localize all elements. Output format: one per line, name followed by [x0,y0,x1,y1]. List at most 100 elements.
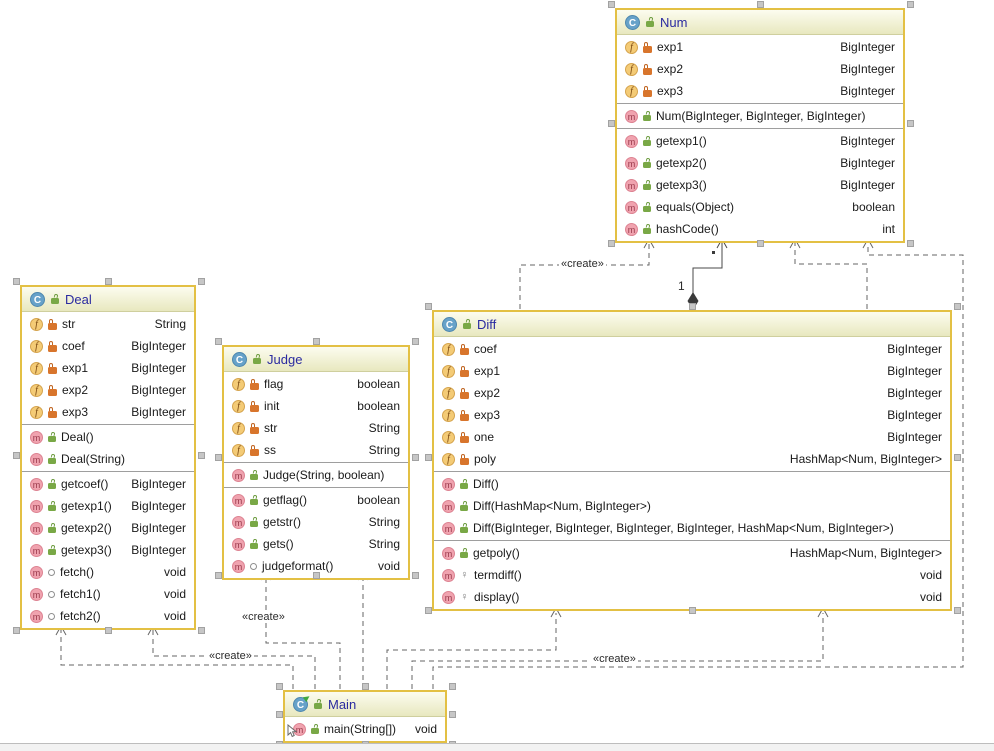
class-num[interactable]: Num exp1 BigInteger exp2 BigInteger exp3 Bi… [615,8,905,243]
class-name: Main [328,696,357,712]
judge-constructor[interactable]: Judge(String, boolean) [224,464,408,486]
resize-handle[interactable] [198,452,205,459]
class-name: Deal [65,291,92,307]
num-method-hashcode[interactable]: hashCode() int [617,218,903,240]
class-judge-title[interactable]: Judge [224,347,408,372]
judge-field-ss[interactable]: ss String [224,439,408,461]
judge-field-init[interactable]: init boolean [224,395,408,417]
diff-constructor-1[interactable]: Diff(HashMap<Num, BigInteger>) [434,495,950,517]
resize-handle[interactable] [954,607,961,614]
resize-handle[interactable] [425,454,432,461]
resize-handle[interactable] [449,711,456,718]
resize-handle[interactable] [412,338,419,345]
resize-handle[interactable] [608,240,615,247]
class-deal[interactable]: Deal str String coef BigInteger exp1 BigInt… [20,285,196,630]
resize-handle[interactable] [13,452,20,459]
resize-handle[interactable] [757,1,764,8]
num-method-getexp2[interactable]: getexp2() BigInteger [617,152,903,174]
judge-method-gets[interactable]: gets() String [224,533,408,555]
member-type: boolean [357,493,400,507]
resize-handle[interactable] [313,572,320,579]
resize-handle[interactable] [412,572,419,579]
diff-field-exp2[interactable]: exp2 BigInteger [434,382,950,404]
member-name: str [264,421,278,435]
resize-handle[interactable] [907,120,914,127]
judge-method-getstr[interactable]: getstr() String [224,511,408,533]
diff-method-display[interactable]: display() void [434,586,950,608]
resize-handle[interactable] [198,627,205,634]
num-method-getexp1[interactable]: getexp1() BigInteger [617,130,903,152]
diff-field-exp3[interactable]: exp3 BigInteger [434,404,950,426]
resize-handle[interactable] [215,338,222,345]
deal-constructor-0[interactable]: Deal() [22,426,194,448]
main-method-main[interactable]: main(String[]) void [285,718,445,740]
resize-handle[interactable] [105,627,112,634]
resize-handle[interactable] [954,454,961,461]
method-icon [30,521,43,535]
resize-handle[interactable] [689,303,696,310]
resize-handle[interactable] [425,607,432,614]
deal-method-getexp1[interactable]: getexp1() BigInteger [22,495,194,517]
judge-field-str[interactable]: str String [224,417,408,439]
resize-handle[interactable] [689,607,696,614]
deal-constructor-1[interactable]: Deal(String) [22,448,194,470]
create-label-main-judge: «create» [240,611,287,623]
num-field-exp2[interactable]: exp2 BigInteger [617,58,903,80]
deal-method-fetch[interactable]: fetch() void [22,561,194,583]
class-main-title[interactable]: Main [285,692,445,717]
deal-method-fetch1[interactable]: fetch1() void [22,583,194,605]
diff-method-termdiff[interactable]: termdiff() void [434,564,950,586]
resize-handle[interactable] [276,683,283,690]
resize-handle[interactable] [449,683,456,690]
member-type: BigInteger [131,361,186,375]
deal-field-exp1[interactable]: exp1 BigInteger [22,357,194,379]
deal-field-exp2[interactable]: exp2 BigInteger [22,379,194,401]
resize-handle[interactable] [412,454,419,461]
resize-handle[interactable] [907,1,914,8]
deal-method-getexp3[interactable]: getexp3() BigInteger [22,539,194,561]
diff-field-one[interactable]: one BigInteger [434,426,950,448]
deal-method-fetch2[interactable]: fetch2() void [22,605,194,627]
resize-handle[interactable] [215,572,222,579]
diff-field-exp1[interactable]: exp1 BigInteger [434,360,950,382]
num-method-equals[interactable]: equals(Object) boolean [617,196,903,218]
resize-handle[interactable] [907,240,914,247]
resize-handle[interactable] [313,338,320,345]
resize-handle[interactable] [425,303,432,310]
deal-field-exp3[interactable]: exp3 BigInteger [22,401,194,423]
judge-field-flag[interactable]: flag boolean [224,373,408,395]
resize-handle[interactable] [215,454,222,461]
class-judge[interactable]: Judge flag boolean init boolean str String … [222,345,410,580]
method-icon [232,537,245,551]
diff-constructor-0[interactable]: Diff() [434,473,950,495]
diff-method-getpoly[interactable]: getpoly() HashMap<Num, BigInteger> [434,542,950,564]
resize-handle[interactable] [608,120,615,127]
class-num-title[interactable]: Num [617,10,903,35]
resize-handle[interactable] [954,303,961,310]
deal-method-getexp2[interactable]: getexp2() BigInteger [22,517,194,539]
deal-method-getcoef[interactable]: getcoef() BigInteger [22,473,194,495]
resize-handle[interactable] [13,278,20,285]
num-field-exp1[interactable]: exp1 BigInteger [617,36,903,58]
num-constructor[interactable]: Num(BigInteger, BigInteger, BigInteger) [617,105,903,127]
num-method-getexp3[interactable]: getexp3() BigInteger [617,174,903,196]
num-field-exp3[interactable]: exp3 BigInteger [617,80,903,102]
resize-handle[interactable] [757,240,764,247]
deal-field-str[interactable]: str String [22,313,194,335]
resize-handle[interactable] [198,278,205,285]
diff-field-poly[interactable]: poly HashMap<Num, BigInteger> [434,448,950,470]
judge-method-getflag[interactable]: getflag() boolean [224,489,408,511]
resize-handle[interactable] [13,627,20,634]
member-name: flag [264,377,284,391]
resize-handle[interactable] [105,278,112,285]
resize-handle[interactable] [362,683,369,690]
deal-field-coef[interactable]: coef BigInteger [22,335,194,357]
class-main[interactable]: Main main(String[]) void [283,690,447,743]
class-deal-title[interactable]: Deal [22,287,194,312]
diff-field-coef[interactable]: coef BigInteger [434,338,950,360]
diff-constructor-2[interactable]: Diff(BigInteger, BigInteger, BigInteger,… [434,517,950,539]
class-diff[interactable]: Diff coef BigInteger exp1 BigInteger exp2 B… [432,310,952,611]
class-diff-title[interactable]: Diff [434,312,950,337]
resize-handle[interactable] [276,711,283,718]
resize-handle[interactable] [608,1,615,8]
